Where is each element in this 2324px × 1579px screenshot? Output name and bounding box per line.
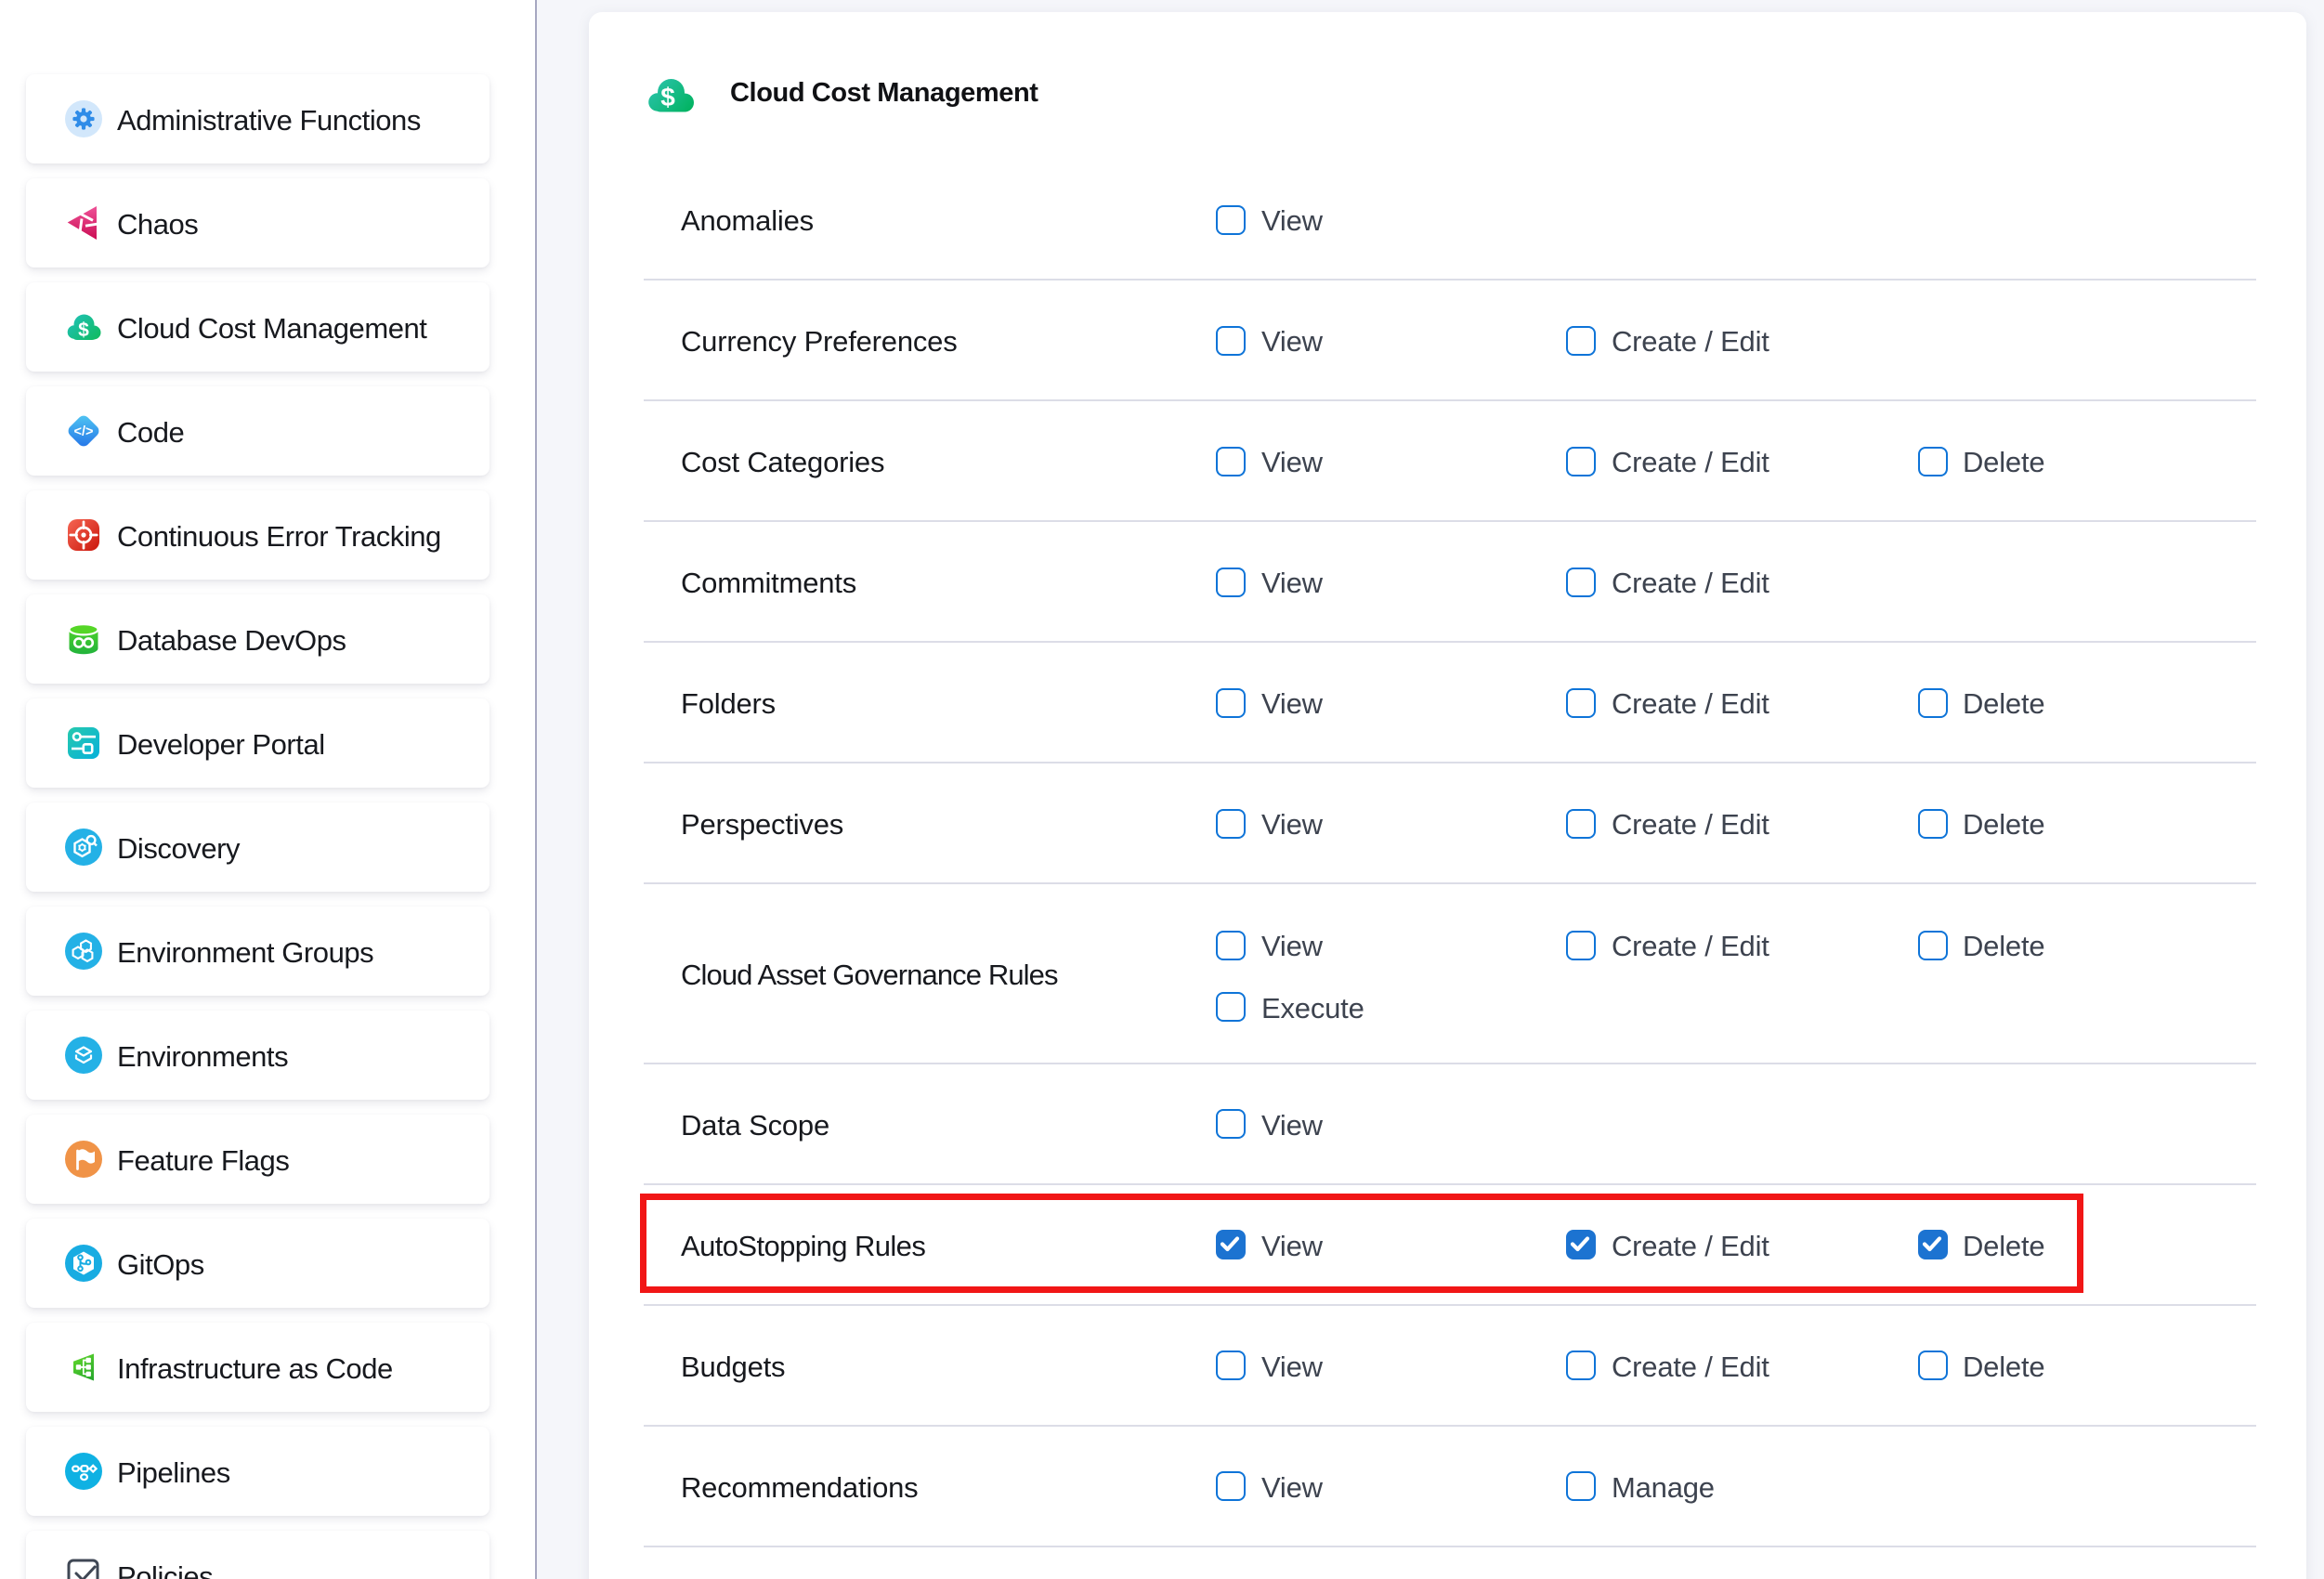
svg-text:</>: </> bbox=[74, 424, 94, 439]
svg-text:$: $ bbox=[660, 83, 675, 111]
svg-text:$: $ bbox=[78, 320, 89, 341]
